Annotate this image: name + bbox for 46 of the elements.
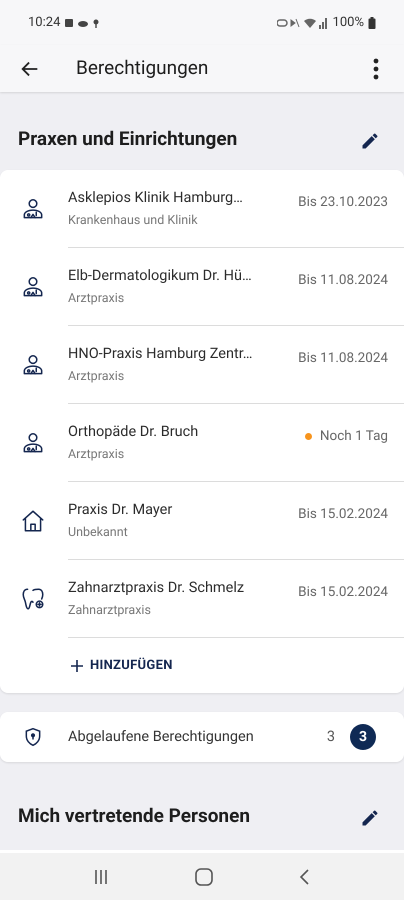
facility-validity: Bis 11.08.2024	[298, 349, 388, 368]
facility-type: Krankenhaus und Klinik	[68, 212, 199, 230]
status-icons	[276, 16, 329, 28]
tooth-icon	[20, 586, 46, 612]
expired-label: Abgelaufene Berechtigungen	[68, 727, 255, 748]
facility-name: Praxis Dr. Mayer	[68, 500, 174, 520]
add-button[interactable]: HINZUFÜGEN	[70, 656, 173, 676]
facility-type: Arztpraxis	[68, 368, 126, 386]
facility-item[interactable]: HNO-Praxis Hamburg Zentr… Arztpraxis Bis 11.08.2024	[0, 326, 404, 404]
facility-name: Elb-Dermatologikum Dr. Hü…	[68, 266, 253, 286]
more-vertical-icon	[373, 58, 379, 80]
expired-permissions-item[interactable]: Abgelaufene Berechtigungen 3 3	[0, 712, 404, 762]
facility-type: Arztpraxis	[68, 446, 126, 464]
page-title: Berechtigungen	[76, 55, 210, 82]
edit-icon[interactable]	[360, 131, 380, 151]
facility-type: Arztpraxis	[68, 290, 126, 308]
house-icon	[20, 508, 46, 534]
facility-item[interactable]: Elb-Dermatologikum Dr. Hü… Arztpraxis Bis 11.08.2024	[0, 248, 404, 326]
expired-count: 3	[326, 727, 335, 748]
facility-validity: Bis 11.08.2024	[298, 271, 388, 290]
battery-percent: 100%	[332, 14, 364, 32]
shield-lock-icon	[23, 727, 43, 747]
section-title: Mich vertretende Personen	[18, 802, 250, 828]
facility-name: Asklepios Klinik Hamburg…	[68, 188, 244, 208]
edit-icon[interactable]	[360, 808, 380, 828]
facility-validity: Noch 1 Tag	[320, 427, 388, 446]
section-title: Praxen und Einrichtungen	[18, 126, 238, 152]
facility-name: Orthopäde Dr. Bruch	[68, 422, 200, 442]
facility-item[interactable]: Asklepios Klinik Hamburg… Krankenhaus und Klinik Bis 23.10.2023	[0, 170, 404, 248]
facility-validity: Bis 15.02.2024	[298, 583, 388, 602]
facility-validity: Bis 15.02.2024	[298, 505, 388, 524]
facility-name: Zahnarztpraxis Dr. Schmelz	[68, 578, 246, 598]
count-badge: 3	[350, 724, 376, 750]
status-time: 10:24	[28, 14, 60, 32]
plus-icon	[70, 658, 84, 672]
battery-icon	[368, 16, 376, 28]
recent-apps-icon[interactable]	[92, 868, 110, 886]
facility-item[interactable]: Praxis Dr. Mayer Unbekannt Bis 15.02.2024	[0, 482, 404, 560]
home-icon[interactable]	[194, 866, 214, 886]
facility-type: Zahnarztpraxis	[68, 602, 152, 620]
status-icons	[65, 18, 102, 28]
facility-item[interactable]: Orthopäde Dr. Bruch Arztpraxis Noch 1 Tag	[0, 404, 404, 482]
facility-type: Unbekannt	[68, 524, 129, 542]
facility-item[interactable]: Zahnarztpraxis Dr. Schmelz Zahnarztpraxis Bis 15.02.2024	[0, 560, 404, 638]
facility-validity: Bis 23.10.2023	[298, 193, 388, 212]
facility-name: HNO-Praxis Hamburg Zentr…	[68, 344, 254, 364]
